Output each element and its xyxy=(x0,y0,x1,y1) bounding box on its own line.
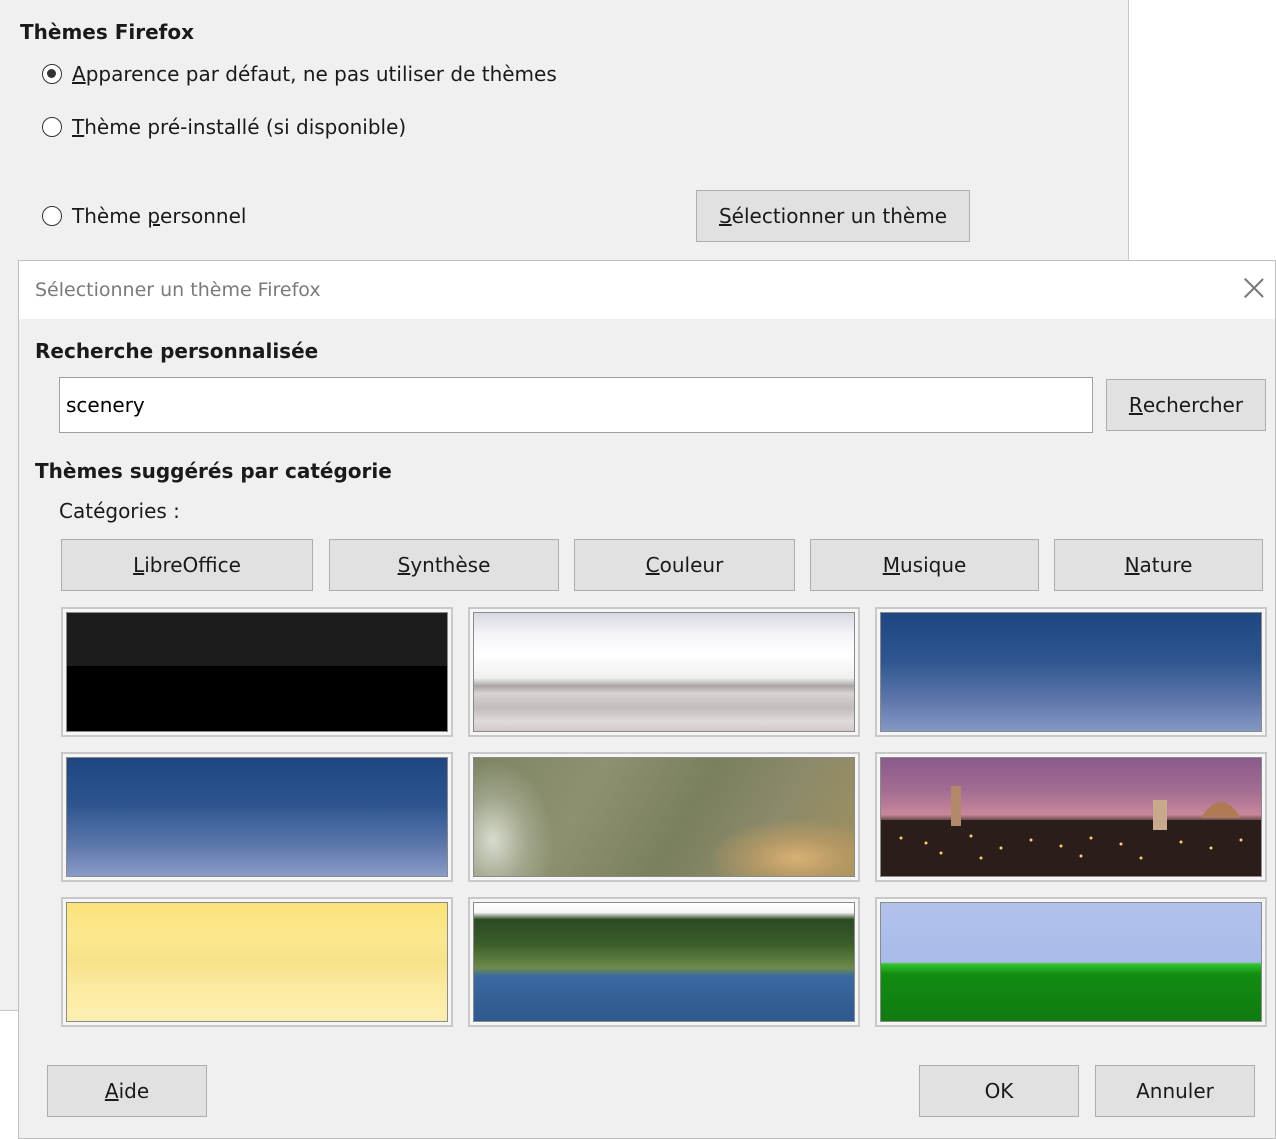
theme-preview xyxy=(473,612,855,732)
category-libreoffice-button[interactable]: LibreOffice xyxy=(61,539,313,591)
dialog-title: Sélectionner un thème Firefox xyxy=(35,279,321,301)
radio-custom-theme[interactable]: Thème personnel xyxy=(42,204,246,228)
theme-preview xyxy=(473,902,855,1022)
theme-thumbnail-black[interactable] xyxy=(61,607,453,737)
theme-thumbnail-yellow[interactable] xyxy=(61,897,453,1027)
radio-label: Thème pré-installé (si disponible) xyxy=(72,115,407,139)
theme-thumbnail-lake[interactable] xyxy=(468,897,860,1027)
select-firefox-theme-dialog: Sélectionner un thème Firefox Recherche … xyxy=(18,260,1276,1139)
theme-preview xyxy=(66,757,448,877)
radio-button[interactable] xyxy=(42,117,62,137)
cancel-button[interactable]: Annuler xyxy=(1095,1065,1255,1117)
category-synthese-button[interactable]: Synthèse xyxy=(329,539,559,591)
theme-thumbnail-blue[interactable] xyxy=(875,607,1267,737)
theme-thumbnail-marble[interactable] xyxy=(468,752,860,882)
radio-preinstalled-theme[interactable]: Thème pré-installé (si disponible) xyxy=(42,115,406,139)
radio-label: Thème personnel xyxy=(72,204,247,228)
theme-thumbnail-silver[interactable] xyxy=(468,607,860,737)
help-button[interactable]: Aide xyxy=(47,1065,207,1117)
suggested-section-label: Thèmes suggérés par catégorie xyxy=(35,459,392,483)
search-button[interactable]: Rechercher xyxy=(1106,379,1266,431)
theme-preview xyxy=(880,757,1262,877)
categories-label: Catégories : xyxy=(59,499,180,523)
search-section-label: Recherche personnalisée xyxy=(35,339,319,363)
theme-preview xyxy=(880,612,1262,732)
radio-button[interactable] xyxy=(42,206,62,226)
radio-label: Apparence par défaut, ne pas utiliser de… xyxy=(72,62,557,86)
category-couleur-button[interactable]: Couleur xyxy=(574,539,795,591)
theme-preview xyxy=(66,612,448,732)
category-musique-button[interactable]: Musique xyxy=(810,539,1039,591)
search-input[interactable] xyxy=(59,377,1093,433)
theme-preview xyxy=(66,902,448,1022)
category-nature-button[interactable]: Nature xyxy=(1054,539,1263,591)
select-theme-button[interactable]: Sélectionner un thème xyxy=(696,190,970,242)
dialog-titlebar: Sélectionner un thème Firefox xyxy=(19,261,1275,319)
theme-thumbnail-blue-2[interactable] xyxy=(61,752,453,882)
section-title: Thèmes Firefox xyxy=(20,20,195,44)
theme-preview xyxy=(473,757,855,877)
radio-default-appearance[interactable]: Apparence par défaut, ne pas utiliser de… xyxy=(42,62,557,86)
theme-preview xyxy=(880,902,1262,1022)
theme-thumbnail-green-hill[interactable] xyxy=(875,897,1267,1027)
ok-button[interactable]: OK xyxy=(919,1065,1079,1117)
radio-button-checked[interactable] xyxy=(42,64,62,84)
theme-thumbnail-city-night[interactable] xyxy=(875,752,1267,882)
close-icon[interactable] xyxy=(1239,273,1269,303)
city-skyline-icon xyxy=(881,786,1261,876)
